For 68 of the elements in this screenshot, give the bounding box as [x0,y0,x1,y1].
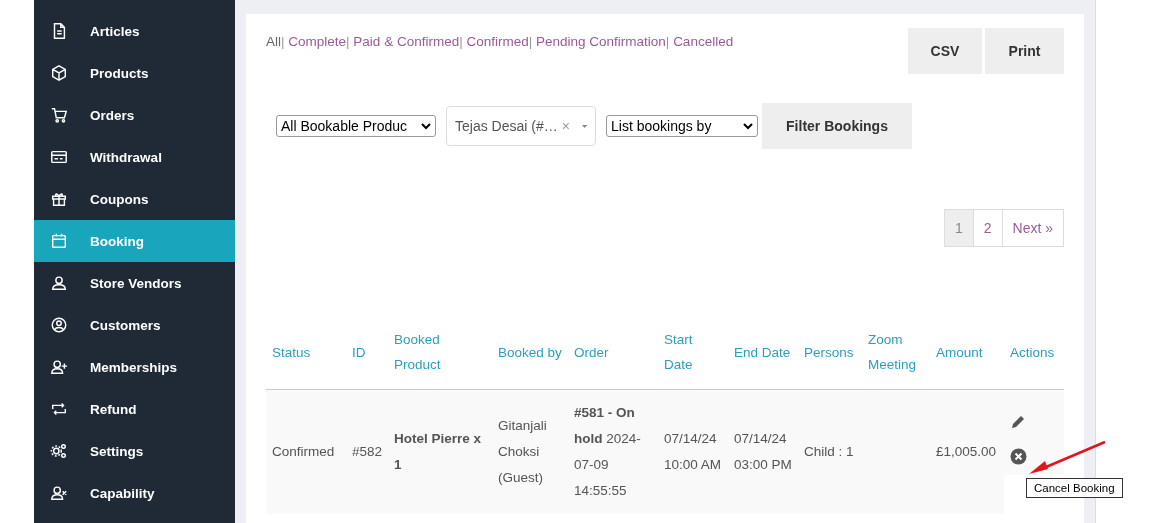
status-filter-link[interactable]: Cancelled [673,34,734,49]
sidebar-item[interactable]: Store Vendors [34,262,235,304]
tooltip: Cancel Booking [1026,478,1123,498]
separator: | [459,34,463,49]
sidebar-item[interactable]: Products [34,52,235,94]
filter-button[interactable]: Filter Bookings [762,103,912,149]
page-link[interactable]: 1 [943,209,974,247]
column-header[interactable]: Zoom Meeting [862,327,930,390]
status-filter-link[interactable]: Confirmed [466,34,529,49]
sidebar-item[interactable]: Settings [34,430,235,472]
separator: | [528,34,533,49]
separator: | [346,34,350,49]
product-select[interactable]: All Bookable Produc [276,115,436,137]
user-icon [50,274,68,292]
user-plus-icon [50,358,68,376]
table-cell: £1,005.00 [936,444,997,459]
column-header[interactable]: Start Date [658,327,728,390]
column-header[interactable]: Booked Product [388,327,492,390]
table-cell: Child : 1 [804,444,854,459]
sidebar-item[interactable]: Withdrawal [34,136,235,178]
table-cell: 07/14/24 10:00 AM [664,431,722,472]
cube-icon [50,64,68,82]
column-header[interactable]: Booked by [492,327,568,390]
separator: | [665,34,670,49]
separator: | [281,34,285,49]
sidebar-item[interactable]: Customers [34,304,235,346]
column-header[interactable]: End Date [728,327,798,390]
gift-icon [50,190,68,208]
list-by-select[interactable]: List bookings by [606,115,758,137]
status-filter-link[interactable]: All [266,34,281,49]
sidebar-item[interactable]: Refund [34,388,235,430]
export-button[interactable]: CSV [908,28,982,74]
credit-card-icon [50,148,68,166]
customer-select[interactable]: Tejas Desai (#… × [446,106,596,146]
export-button[interactable]: Print [985,28,1064,74]
dropdown-arrow-icon [581,123,587,129]
table-cell: 07/14/24 03:00 PM [734,431,792,472]
table-cell: Gitanjali Choksi (Guest) [498,418,547,485]
user-circle-icon [50,316,68,334]
sidebar-item[interactable]: Booking [34,220,235,262]
column-header[interactable]: Amount [930,327,1004,390]
chevron-icon [421,122,431,130]
table-cell: Confirmed [272,444,335,459]
sidebar-item[interactable]: Orders [34,94,235,136]
pencil-icon[interactable] [1010,414,1026,430]
table-cell: #581 - On hold 2024-07-09 14:55:55 [574,405,641,498]
clear-button[interactable]: × [561,118,570,134]
cancel-icon[interactable] [1010,448,1027,465]
user-x-icon [50,484,68,502]
calendar-icon [50,232,68,250]
status-filter-link[interactable]: Pending Confirmation [536,34,666,49]
column-header[interactable]: Actions [1004,327,1064,390]
sidebar-item[interactable]: Memberships [34,346,235,388]
page-link[interactable]: Next » [1001,209,1064,247]
sidebar-item[interactable]: Coupons [34,178,235,220]
chevron-icon [743,122,753,130]
table-cell: #582 [352,444,383,459]
page-link[interactable]: 2 [972,209,1003,247]
column-header[interactable]: Status [266,327,346,390]
gears-icon [50,442,68,460]
table-cell: Hotel Pierre x 1 [394,431,482,472]
column-header[interactable]: Order [568,327,658,390]
repeat-icon [50,400,68,418]
column-header[interactable]: ID [346,327,388,390]
sidebar-item[interactable]: Capability [34,472,235,514]
cart-icon [50,106,68,124]
column-header[interactable]: Persons [798,327,862,390]
sidebar-item[interactable]: Articles [34,10,235,52]
